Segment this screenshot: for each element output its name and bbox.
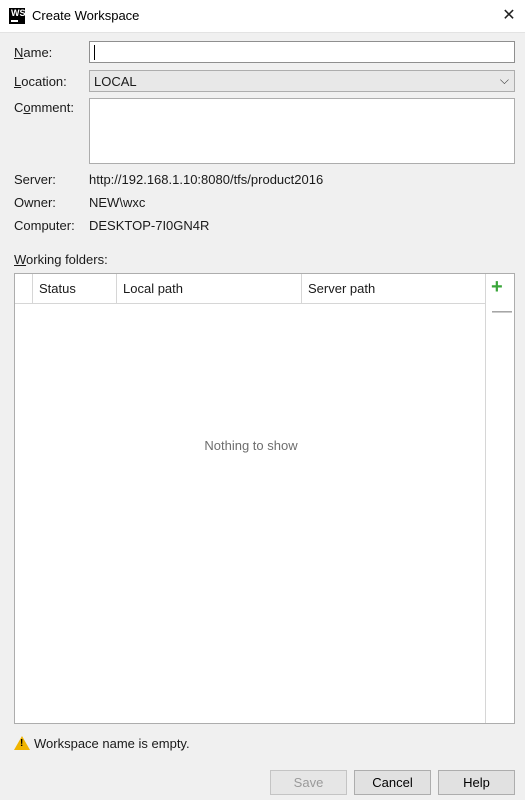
name-label: Name: — [14, 45, 53, 60]
remove-icon[interactable]: — — [492, 300, 512, 322]
cancel-button[interactable]: Cancel — [354, 770, 431, 795]
table-toolbar: + — — [485, 274, 514, 723]
text-caret — [94, 45, 95, 60]
help-button[interactable]: Help — [438, 770, 515, 795]
app-icon: WS — [9, 8, 26, 24]
location-selected-value: LOCAL — [94, 74, 137, 89]
app-icon-text: WS — [11, 8, 26, 18]
row-header-cell — [15, 274, 33, 303]
working-folders-label: Working folders: — [14, 252, 108, 267]
column-header-local-path[interactable]: Local path — [117, 274, 302, 303]
server-label: Server: — [14, 172, 56, 187]
window-title: Create Workspace — [32, 8, 140, 23]
save-button[interactable]: Save — [270, 770, 347, 795]
owner-label: Owner: — [14, 195, 56, 210]
comment-label: Comment: — [14, 100, 74, 115]
computer-label: Computer: — [14, 218, 75, 233]
location-label: Location: — [14, 74, 67, 89]
owner-value: NEW\wxc — [89, 195, 146, 210]
column-header-server-path[interactable]: Server path — [302, 274, 487, 303]
working-folders-table: Status Local path Server path Nothing to… — [14, 273, 515, 724]
title-bar: WS Create Workspace ✕ — [0, 0, 525, 33]
location-select[interactable]: LOCAL ⌵ — [89, 70, 515, 92]
server-value: http://192.168.1.10:8080/tfs/product2016 — [89, 172, 324, 187]
close-icon[interactable]: ✕ — [493, 0, 525, 32]
chevron-down-icon: ⌵ — [499, 73, 509, 87]
computer-value: DESKTOP-7I0GN4R — [89, 218, 210, 233]
warning-text: Workspace name is empty. — [34, 736, 190, 751]
column-header-status[interactable]: Status — [33, 274, 117, 303]
validation-message: ! Workspace name is empty. — [14, 736, 190, 751]
empty-state-text: Nothing to show — [204, 438, 298, 453]
add-icon[interactable]: + — [491, 276, 503, 298]
table-header: Status Local path Server path — [15, 274, 487, 304]
comment-field[interactable] — [89, 98, 515, 164]
warning-icon: ! — [14, 736, 30, 750]
name-input[interactable] — [89, 41, 515, 63]
